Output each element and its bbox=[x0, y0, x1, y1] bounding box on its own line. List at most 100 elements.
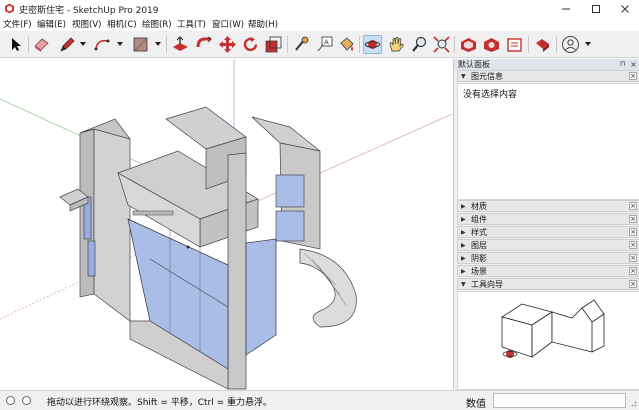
entity-info-body: 没有选择内容 bbox=[457, 83, 639, 200]
menu-tools[interactable]: 工具(T) bbox=[177, 18, 206, 30]
minimize-icon bbox=[562, 8, 570, 10]
pan-tool-button[interactable] bbox=[387, 35, 406, 54]
model-viewport[interactable] bbox=[0, 59, 452, 390]
push-pull-tool-button[interactable] bbox=[171, 35, 190, 54]
geo-location-icon[interactable] bbox=[6, 396, 15, 405]
zoom-magnifier-icon bbox=[412, 36, 427, 52]
panel-shadows[interactable]: ▶ 阴影 × bbox=[457, 252, 639, 264]
line-tool-dropdown-arrow[interactable] bbox=[80, 42, 86, 46]
rotate-tool-button[interactable] bbox=[241, 35, 260, 54]
toolbar-separator bbox=[528, 36, 529, 53]
menu-help[interactable]: 帮助(H) bbox=[248, 18, 278, 30]
expand-triangle-icon: ▶ bbox=[461, 255, 466, 262]
move-arrows-icon bbox=[219, 36, 236, 53]
text-tool-button[interactable]: A bbox=[315, 35, 334, 54]
panel-label: 图层 bbox=[471, 241, 487, 250]
shape-tool-button[interactable] bbox=[131, 35, 150, 54]
menu-draw[interactable]: 绘图(R) bbox=[142, 18, 172, 30]
push-pull-icon bbox=[173, 36, 188, 51]
eraser-icon bbox=[34, 38, 49, 52]
layout-icon bbox=[507, 38, 522, 52]
menu-camera[interactable]: 相机(C) bbox=[107, 18, 137, 30]
panel-scenes[interactable]: ▶ 场景 × bbox=[457, 265, 639, 277]
close-panel-icon[interactable]: × bbox=[629, 280, 637, 288]
follow-me-tool-button[interactable] bbox=[195, 35, 214, 54]
paint-bucket-tool-button[interactable] bbox=[337, 35, 356, 54]
scale-tool-button[interactable] bbox=[264, 35, 283, 54]
measurements-input[interactable] bbox=[493, 393, 626, 408]
select-tool-button[interactable] bbox=[6, 35, 25, 54]
toolbar-separator bbox=[166, 36, 167, 53]
3d-warehouse-tool-button[interactable] bbox=[459, 35, 478, 54]
scale-icon bbox=[265, 36, 282, 53]
smith-house-model bbox=[0, 59, 452, 390]
zoom-tool-button[interactable] bbox=[410, 35, 429, 54]
account-tool-button[interactable] bbox=[561, 35, 580, 54]
close-button[interactable] bbox=[612, 0, 638, 17]
arc-tool-button[interactable] bbox=[93, 35, 112, 54]
text-label-icon: A bbox=[317, 36, 333, 52]
maximize-button[interactable] bbox=[583, 0, 609, 17]
minimize-button[interactable] bbox=[553, 0, 579, 17]
move-tool-button[interactable] bbox=[218, 35, 237, 54]
expand-triangle-icon: ▶ bbox=[461, 242, 466, 249]
expand-triangle-icon: ▶ bbox=[461, 268, 466, 275]
pin-icon[interactable]: ⊓ bbox=[618, 60, 627, 69]
extension-manager-tool-button[interactable] bbox=[533, 35, 552, 54]
tray-title: 默认面板 bbox=[458, 60, 490, 69]
menu-edit[interactable]: 编辑(E) bbox=[37, 18, 66, 30]
account-dropdown-arrow[interactable] bbox=[585, 42, 591, 46]
expand-triangle-icon: ▶ bbox=[461, 229, 466, 236]
follow-me-icon bbox=[196, 36, 212, 48]
panel-label: 阴影 bbox=[471, 254, 487, 263]
toolbar-separator bbox=[359, 36, 360, 53]
orbit-instructor-illustration bbox=[501, 299, 605, 358]
close-panel-icon[interactable]: × bbox=[629, 241, 637, 249]
toolbar-separator bbox=[28, 36, 29, 53]
collapse-triangle-icon: ▼ bbox=[461, 281, 466, 288]
panel-components[interactable]: ▶ 组件 × bbox=[457, 213, 639, 225]
menu-window[interactable]: 窗口(W) bbox=[212, 18, 244, 30]
sketchup-logo-icon bbox=[5, 3, 14, 14]
maximize-icon bbox=[592, 5, 600, 13]
zoom-extents-icon bbox=[433, 36, 450, 53]
orbit-tool-button[interactable] bbox=[363, 35, 382, 54]
line-tool-button[interactable] bbox=[58, 35, 77, 54]
panel-label: 样式 bbox=[471, 228, 487, 237]
extension-warehouse-icon bbox=[484, 38, 499, 52]
close-icon[interactable]: × bbox=[629, 60, 638, 69]
panel-layers[interactable]: ▶ 图层 × bbox=[457, 239, 639, 251]
panel-materials[interactable]: ▶ 材质 × bbox=[457, 200, 639, 212]
shape-tool-dropdown-arrow[interactable] bbox=[155, 42, 161, 46]
instructor-body bbox=[457, 291, 639, 390]
panel-styles[interactable]: ▶ 样式 × bbox=[457, 226, 639, 238]
eraser-tool-button[interactable] bbox=[32, 35, 51, 54]
paint-bucket-icon bbox=[340, 37, 354, 51]
default-tray: 默认面板 ⊓ × ▼ 图元信息 × 没有选择内容 ▶ 材质 × ▶ 组件 × ▶… bbox=[453, 59, 639, 390]
close-panel-icon[interactable]: × bbox=[629, 215, 637, 223]
panel-instructor[interactable]: ▼ 工具向导 × bbox=[457, 278, 639, 290]
layout-tool-button[interactable] bbox=[505, 35, 524, 54]
close-panel-icon[interactable]: × bbox=[629, 202, 637, 210]
main-toolbar: A bbox=[0, 31, 639, 58]
credits-icon[interactable] bbox=[22, 396, 31, 405]
panel-entity-info[interactable]: ▼ 图元信息 × bbox=[457, 70, 639, 82]
resize-grip-icon[interactable] bbox=[629, 399, 637, 407]
menu-view[interactable]: 视图(V) bbox=[72, 18, 101, 30]
close-panel-icon[interactable]: × bbox=[629, 254, 637, 262]
entity-info-message: 没有选择内容 bbox=[463, 90, 518, 100]
expand-triangle-icon: ▶ bbox=[461, 216, 466, 223]
zoom-extents-tool-button[interactable] bbox=[432, 35, 451, 54]
menu-file[interactable]: 文件(F) bbox=[3, 18, 32, 30]
close-panel-icon[interactable]: × bbox=[629, 267, 637, 275]
extension-warehouse-tool-button[interactable] bbox=[482, 35, 501, 54]
close-icon bbox=[621, 5, 629, 13]
arc-tool-dropdown-arrow[interactable] bbox=[117, 42, 123, 46]
close-panel-icon[interactable]: × bbox=[629, 72, 637, 80]
tape-measure-tool-button[interactable] bbox=[292, 35, 311, 54]
svg-text:A: A bbox=[324, 39, 329, 47]
toolbar-separator bbox=[556, 36, 557, 53]
rectangle-icon bbox=[133, 37, 148, 52]
close-panel-icon[interactable]: × bbox=[629, 228, 637, 236]
menu-bar: 文件(F) 编辑(E) 视图(V) 相机(C) 绘图(R) 工具(T) 窗口(W… bbox=[0, 17, 639, 31]
